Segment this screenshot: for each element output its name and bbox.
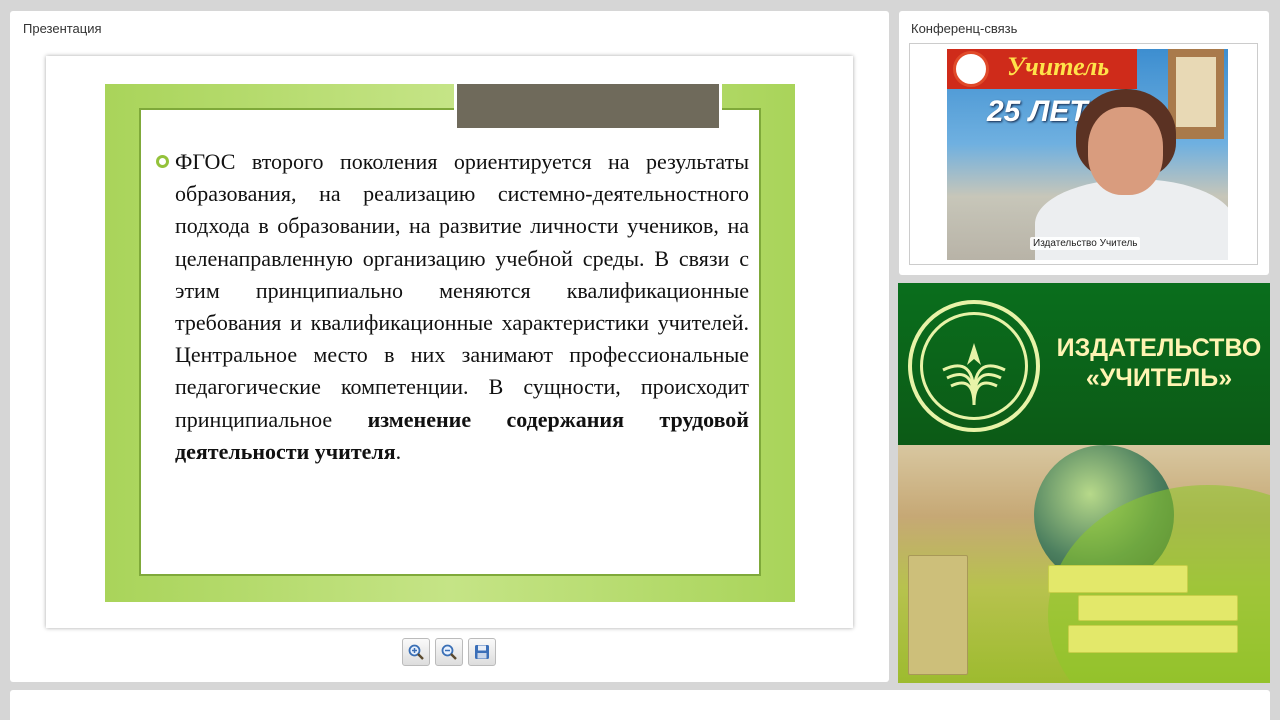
presentation-panel: Презентация ФГОС второго поколения ориен… [10,11,889,682]
banner-title-line2: «УЧИТЕЛЬ» [1085,364,1233,392]
bottom-panel [10,690,1270,720]
book-image [1078,595,1238,621]
zoom-out-button[interactable] [435,638,463,666]
video-container: Учитель 25 ЛЕТ Издательство Учитель [909,43,1258,265]
video-sign-text: Учитель [1007,52,1110,81]
publisher-logo-inner-ring [920,312,1028,420]
slide-paragraph-end: . [395,438,402,464]
banner-title-line1: ИЗДАТЕЛЬСТВО [1056,334,1262,362]
banner-title: ИЗДАТЕЛЬСТВО «УЧИТЕЛЬ» [1056,333,1262,393]
bullet-icon [156,155,169,168]
slide-text: ФГОС второго поколения ориентируется на … [175,146,749,468]
video-background-sign: Учитель [947,49,1137,89]
book-image [1048,565,1188,593]
slide-content-box: ФГОС второго поколения ориентируется на … [139,108,761,576]
slide-frame: ФГОС второго поколения ориентируется на … [46,56,853,628]
video-sign-logo-icon [953,51,989,87]
slide-toolbar [402,638,496,666]
zoom-out-icon [441,644,457,660]
video-feed[interactable]: Учитель 25 ЛЕТ Издательство Учитель [947,49,1228,260]
banner-image [898,445,1270,683]
conference-panel-title: Конференц-связь [911,21,1018,36]
video-person-face [1088,107,1163,195]
zoom-in-button[interactable] [402,638,430,666]
slide-paragraph-plain: ФГОС второго поколения ориентируется на … [175,149,749,432]
publisher-banner: ИЗДАТЕЛЬСТВО «УЧИТЕЛЬ» [898,283,1270,683]
zoom-in-icon [408,644,424,660]
book-image [908,555,968,675]
video-wall-frames [1168,49,1224,139]
book-image [1068,625,1238,653]
presentation-panel-title: Презентация [23,21,102,36]
participant-label: Издательство Учитель [1030,237,1141,250]
banner-header: ИЗДАТЕЛЬСТВО «УЧИТЕЛЬ» [898,283,1270,445]
slide-header-tab [454,84,722,131]
conference-panel: Конференц-связь Учитель 25 ЛЕТ Издательс… [899,11,1269,275]
floppy-disk-icon [475,645,489,659]
book-emblem-icon [942,343,1006,406]
publisher-logo-icon [908,300,1040,432]
save-button[interactable] [468,638,496,666]
slide-background: ФГОС второго поколения ориентируется на … [105,84,795,602]
video-sign-years: 25 ЛЕТ [987,95,1088,128]
